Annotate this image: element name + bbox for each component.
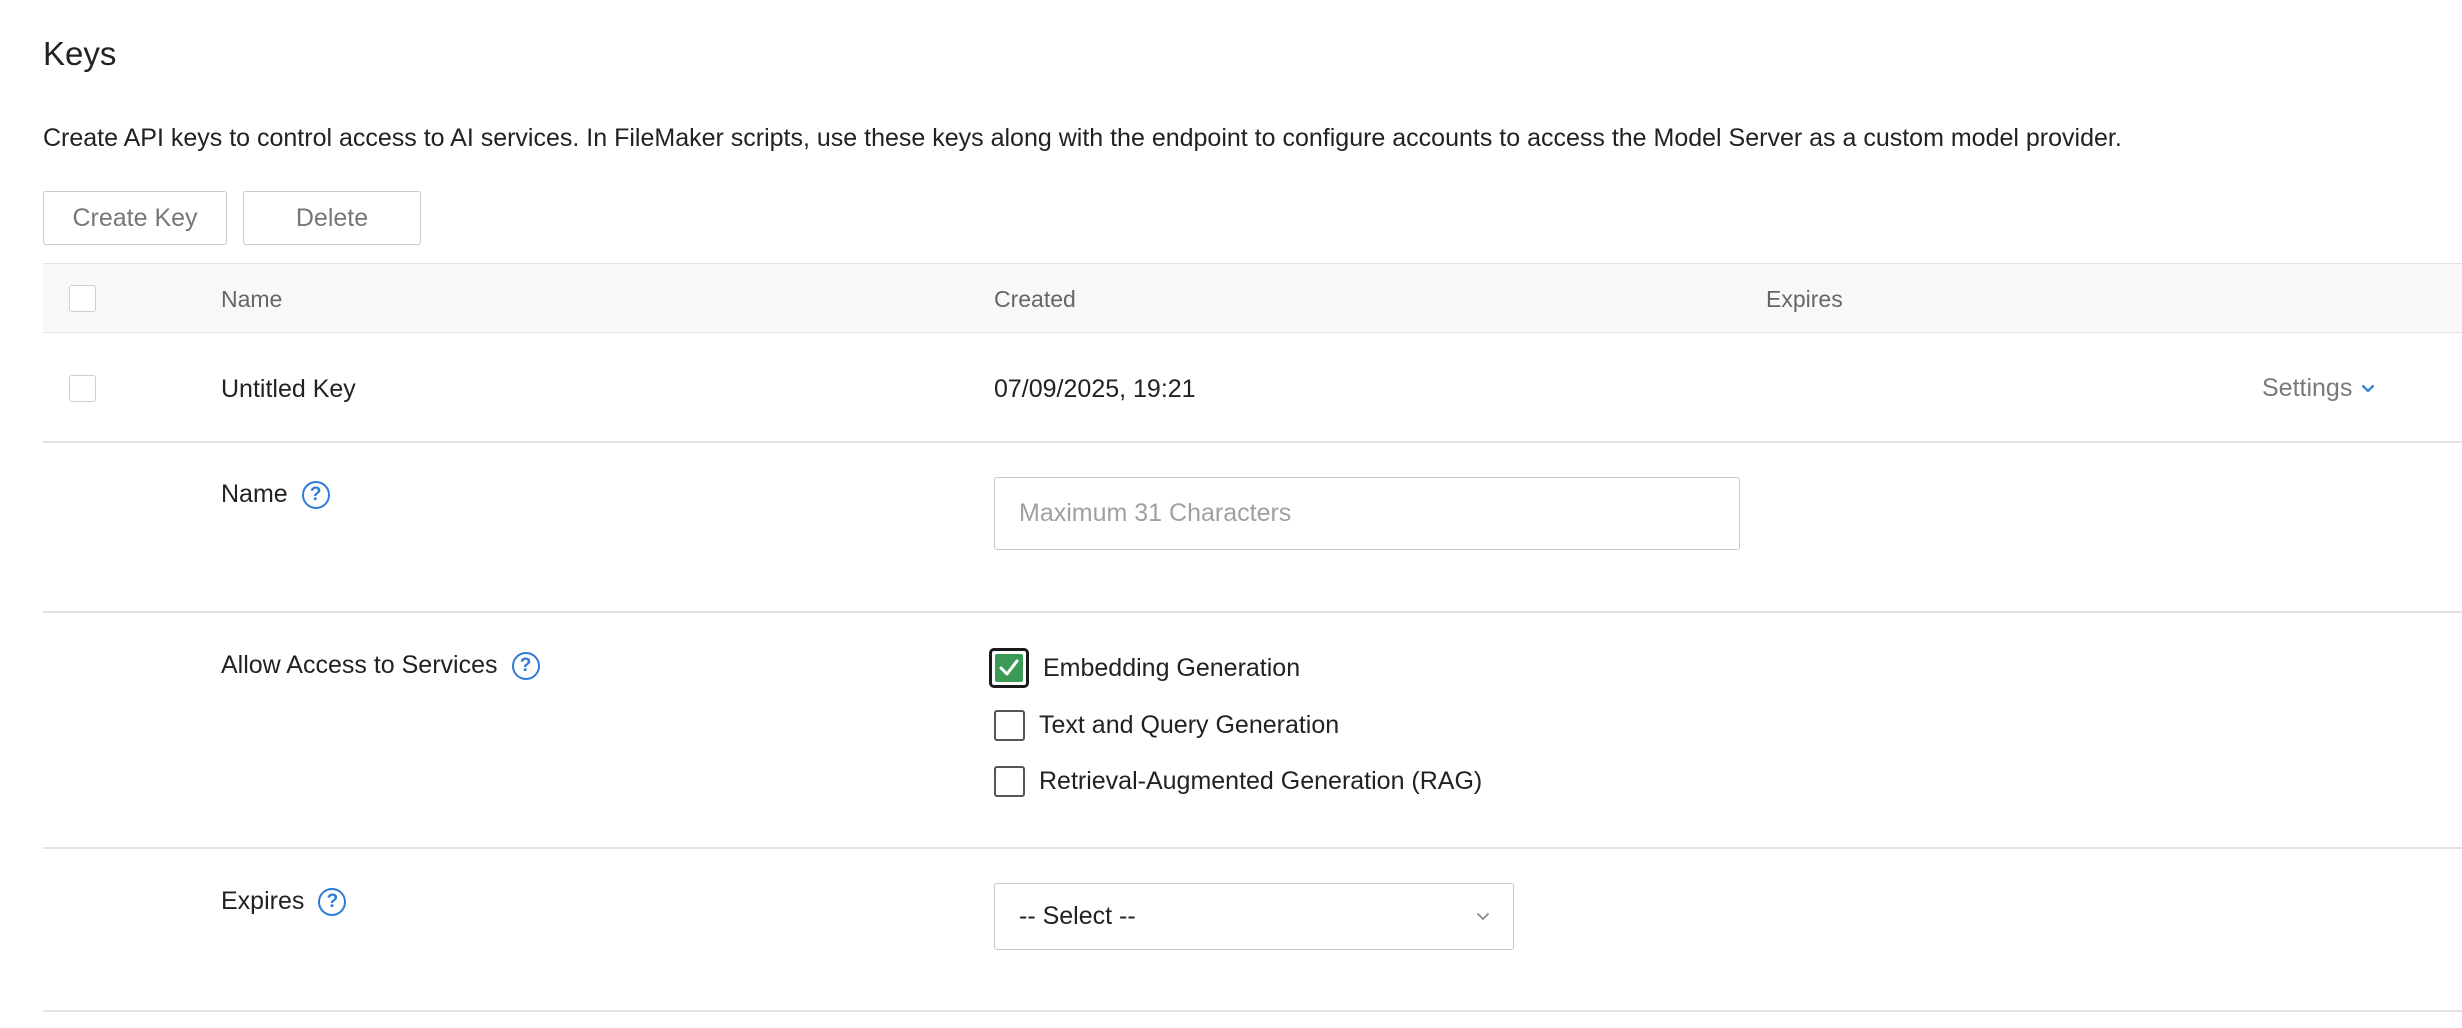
- delete-button[interactable]: Delete: [243, 191, 421, 245]
- key-name-cell: Untitled Key: [221, 375, 356, 403]
- keys-page: Keys Create API keys to control access t…: [0, 0, 2462, 1028]
- column-header-name: Name: [221, 286, 283, 312]
- name-field-label-group: Name ?: [221, 480, 330, 509]
- name-field-label: Name: [221, 480, 288, 508]
- expires-select-value: -- Select --: [1019, 902, 1136, 930]
- settings-dropdown-toggle[interactable]: Settings: [2262, 374, 2376, 403]
- service-option-embedding[interactable]: Embedding Generation: [989, 648, 1300, 688]
- row-divider: [43, 441, 2462, 443]
- services-label: Allow Access to Services: [221, 651, 498, 679]
- settings-label: Settings: [2262, 374, 2353, 402]
- question-circle-icon[interactable]: ?: [318, 887, 347, 916]
- service-option-text-query[interactable]: Text and Query Generation: [994, 710, 1339, 741]
- rag-checkbox[interactable]: [994, 766, 1025, 797]
- column-header-expires: Expires: [1766, 286, 1843, 312]
- services-label-group: Allow Access to Services ?: [221, 651, 540, 680]
- key-name-input[interactable]: [994, 477, 1740, 550]
- question-circle-icon[interactable]: ?: [301, 480, 330, 509]
- section-divider: [43, 1010, 2462, 1012]
- row-select-checkbox[interactable]: [69, 375, 96, 402]
- service-label: Embedding Generation: [1043, 653, 1301, 682]
- section-divider: [43, 847, 2462, 849]
- expires-select[interactable]: -- Select --: [994, 883, 1514, 950]
- service-option-rag[interactable]: Retrieval-Augmented Generation (RAG): [994, 766, 1482, 797]
- question-circle-icon[interactable]: ?: [511, 651, 540, 680]
- page-title: Keys: [43, 35, 117, 72]
- table-header: [43, 263, 2462, 333]
- page-description: Create API keys to control access to AI …: [43, 124, 2122, 152]
- key-created-cell: 07/09/2025, 19:21: [994, 375, 1196, 403]
- embedding-checkbox[interactable]: [989, 648, 1029, 688]
- expires-label: Expires: [221, 887, 305, 915]
- section-divider: [43, 611, 2462, 613]
- create-key-button[interactable]: Create Key: [43, 191, 227, 245]
- select-all-checkbox[interactable]: [69, 285, 96, 312]
- expires-label-group: Expires ?: [221, 887, 347, 916]
- checkmark-icon: [995, 654, 1023, 682]
- chevron-down-icon: [2362, 384, 2375, 392]
- text-query-checkbox[interactable]: [994, 710, 1025, 741]
- service-label: Text and Query Generation: [1039, 711, 1340, 739]
- column-header-created: Created: [994, 286, 1076, 312]
- service-label: Retrieval-Augmented Generation (RAG): [1039, 767, 1483, 795]
- chevron-down-icon: [1477, 912, 1489, 920]
